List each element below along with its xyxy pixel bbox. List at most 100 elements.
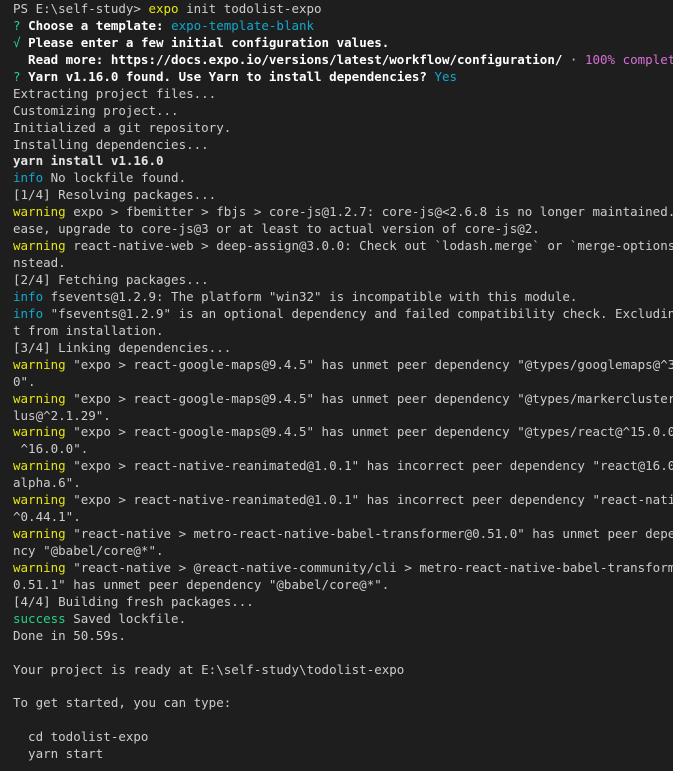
terminal-text-segment: yarn start — [13, 746, 104, 762]
terminal-text-segment: √ — [13, 34, 29, 50]
terminal-line: ncy "@babel/core@*". — [13, 543, 673, 560]
terminal-text-segment: ^16.0.0". — [13, 441, 89, 457]
terminal-line: [1/4] Resolving packages... — [13, 187, 673, 204]
terminal-text-segment: ease, upgrade to core-js@3 or at least t… — [13, 221, 540, 237]
terminal-line: PS E:\self-study> expo init todolist-exp… — [13, 1, 673, 18]
terminal-line: ? Choose a template: expo-template-blank — [13, 18, 673, 35]
terminal-text-segment: 100% completed — [584, 51, 673, 67]
terminal-text-segment: t from installation. — [13, 322, 164, 338]
terminal-text-segment: [4/4] Building fresh packages... — [13, 593, 254, 609]
terminal-text-segment: PS E:\self-study> — [13, 1, 149, 16]
terminal-text-segment: warning — [13, 458, 66, 474]
terminal-line: Read more: https://docs.expo.io/versions… — [13, 52, 673, 69]
terminal-text-segment: nstead. — [13, 255, 66, 271]
terminal-text-segment: "expo > react-native-reanimated@1.0.1" h… — [65, 492, 673, 508]
terminal-text-segment: success — [13, 610, 66, 626]
terminal-text-segment: info — [13, 305, 44, 321]
terminal-text-segment: Installing dependencies... — [13, 136, 209, 152]
terminal-text-segment: ^0.44.1". — [13, 509, 81, 525]
terminal-line: yarn start — [13, 746, 673, 763]
terminal-text-segment: 0.51.1" has unmet peer dependency "@babe… — [13, 576, 390, 592]
terminal-line: Extracting project files... — [13, 86, 673, 103]
terminal-text-segment: warning — [13, 424, 66, 440]
terminal-text-segment: "fsevents@1.2.9" is an optional dependen… — [43, 305, 673, 321]
terminal-line: info "fsevents@1.2.9" is an optional dep… — [13, 306, 673, 323]
terminal-text-segment: warning — [13, 492, 66, 508]
terminal-text-segment: ? — [13, 68, 29, 84]
terminal-text-segment: expo > fbemitter > fbjs > core-js@1.2.7:… — [65, 204, 673, 220]
terminal-text-segment: expo — [148, 1, 179, 16]
terminal-line: warning "expo > react-google-maps@9.4.5"… — [13, 357, 673, 374]
terminal-text-segment: [1/4] Resolving packages... — [13, 187, 217, 203]
terminal-text-segment: Your project is ready at E:\self-study\t… — [13, 661, 405, 677]
terminal-line: Your project is ready at E:\self-study\t… — [13, 662, 673, 679]
terminal-text-segment: "expo > react-google-maps@9.4.5" has unm… — [65, 390, 673, 406]
terminal-line: t from installation. — [13, 323, 673, 340]
terminal-text-segment: To get started, you can type: — [13, 695, 232, 711]
terminal-line: To get started, you can type: — [13, 695, 673, 712]
terminal-text-segment: react-native-web > deep-assign@3.0.0: Ch… — [65, 238, 673, 254]
terminal-text-segment: "expo > react-google-maps@9.4.5" has unm… — [65, 424, 673, 440]
terminal-text-segment: [2/4] Fetching packages... — [13, 272, 209, 287]
terminal-output[interactable]: PS E:\self-study> expo init todolist-exp… — [0, 0, 673, 771]
terminal-line: ^0.44.1". — [13, 509, 673, 526]
terminal-text-segment: · — [562, 51, 585, 67]
terminal-line: warning "expo > react-native-reanimated@… — [13, 492, 673, 509]
terminal-text-segment: warning — [13, 204, 66, 220]
terminal-line: [3/4] Linking dependencies... — [13, 340, 673, 357]
terminal-text-segment: ncy "@babel/core@*". — [13, 543, 164, 558]
terminal-text-segment: Extracting project files... — [13, 85, 217, 101]
terminal-text-segment: "react-native > @react-native-community/… — [65, 559, 673, 575]
terminal-line: warning "expo > react-google-maps@9.4.5"… — [13, 391, 673, 408]
terminal-line: yarn install v1.16.0 — [13, 153, 673, 170]
terminal-line: warning expo > fbemitter > fbjs > core-j… — [13, 204, 673, 221]
terminal-text-segment: warning — [13, 559, 66, 575]
terminal-text-segment: Yes — [434, 68, 458, 84]
terminal-text-segment: No lockfile found. — [43, 170, 187, 186]
terminal-line: Customizing project... — [13, 103, 673, 120]
terminal-line: √ Please enter a few initial configurati… — [13, 35, 673, 52]
terminal-line: warning "expo > react-google-maps@9.4.5"… — [13, 424, 673, 441]
terminal-line: success Saved lockfile. — [13, 611, 673, 628]
terminal-text-segment: expo-template-blank — [171, 17, 315, 33]
terminal-text-segment: info — [13, 170, 44, 186]
terminal-line: [4/4] Building fresh packages... — [13, 594, 673, 611]
terminal-line: 0.51.1" has unmet peer dependency "@babe… — [13, 577, 673, 594]
terminal-text-segment: Yarn v1.16.0 found. Use Yarn to install … — [28, 68, 435, 84]
terminal-text-segment: ? — [13, 17, 29, 33]
terminal-line: warning react-native-web > deep-assign@3… — [13, 238, 673, 255]
terminal-text-segment: init todolist-expo — [178, 1, 322, 16]
terminal-line: ease, upgrade to core-js@3 or at least t… — [13, 221, 673, 238]
terminal-text-segment: yarn install v1.16.0 — [13, 153, 164, 169]
terminal-line: ^16.0.0". — [13, 441, 673, 458]
terminal-text-segment: warning — [13, 356, 66, 372]
terminal-line: warning "react-native > @react-native-co… — [13, 560, 673, 577]
terminal-text-segment: "react-native > metro-react-native-babel… — [65, 526, 673, 542]
terminal-text-segment: "expo > react-google-maps@9.4.5" has unm… — [65, 356, 673, 372]
terminal-line: lus@^2.1.29". — [13, 408, 673, 425]
terminal-text-segment: Customizing project... — [13, 102, 179, 118]
terminal-text-segment: Done in 50.59s. — [13, 627, 126, 643]
terminal-text-segment: Initialized a git repository. — [13, 119, 232, 135]
terminal-text-segment: 0". — [13, 373, 36, 389]
terminal-line: info No lockfile found. — [13, 170, 673, 187]
terminal-text-segment: lus@^2.1.29". — [13, 407, 111, 423]
terminal-line: [2/4] Fetching packages... — [13, 272, 673, 289]
terminal-line: warning "react-native > metro-react-nati… — [13, 526, 673, 543]
terminal-text-segment: Please enter a few initial configuration… — [28, 34, 390, 50]
terminal-line: warning "expo > react-native-reanimated@… — [13, 458, 673, 475]
terminal-line: 0". — [13, 374, 673, 391]
terminal-text-segment: Saved lockfile. — [65, 610, 187, 626]
terminal-text-segment: warning — [13, 238, 66, 254]
terminal-line: ? Yarn v1.16.0 found. Use Yarn to instal… — [13, 69, 673, 86]
terminal-line: Done in 50.59s. — [13, 628, 673, 645]
terminal-line: alpha.6". — [13, 475, 673, 492]
terminal-text-segment: fsevents@1.2.9: The platform "win32" is … — [43, 288, 578, 304]
terminal-text-segment: [3/4] Linking dependencies... — [13, 339, 232, 355]
terminal-text-segment: Read more: https://docs.expo.io/versions… — [13, 51, 563, 67]
terminal-text-segment: "expo > react-native-reanimated@1.0.1" h… — [65, 458, 673, 474]
terminal-text-segment: warning — [13, 526, 66, 542]
